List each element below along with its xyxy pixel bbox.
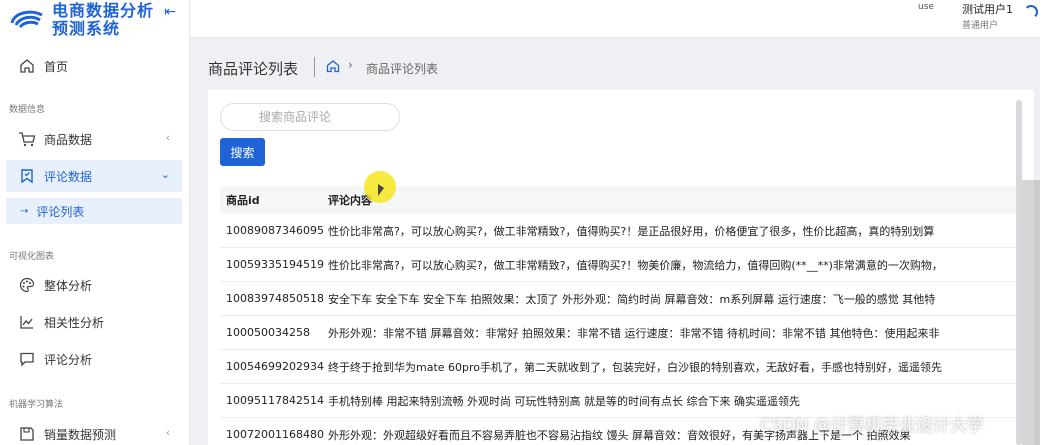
chevron-right-icon: › <box>348 58 353 72</box>
chevron-left-icon: ‹ <box>165 426 170 439</box>
comment-table: 商品id 评论内容 10089087346095 性价比非常高?，可以放心购买?… <box>220 186 1022 445</box>
chevron-down-icon: ⌄ <box>160 168 170 181</box>
cart-icon <box>18 130 36 148</box>
collapse-sidebar-icon[interactable]: ⇤ <box>162 4 178 20</box>
sidebar-item-goods-data[interactable]: 商品数据 ‹ <box>6 123 182 155</box>
sidebar-item-label: 整体分析 <box>44 278 93 293</box>
sidebar-item-home[interactable]: 首页 <box>6 50 182 82</box>
sidebar-item-correlation[interactable]: 相关性分析 <box>6 306 182 338</box>
loading-spinner-icon <box>1024 5 1038 19</box>
sidebar-item-label: 评论数据 <box>44 169 93 184</box>
chevron-left-icon: ‹ <box>165 131 170 144</box>
section-label-data: 数据信息 <box>9 105 46 115</box>
page-title: 商品评论列表 <box>208 60 299 78</box>
breadcrumb-home-icon[interactable] <box>326 59 340 73</box>
user-name[interactable]: 测试用户1 <box>962 1 1013 17</box>
section-label-ml: 机器学习算法 <box>9 400 64 410</box>
cell-text: 手机特别棒 用起来特别流畅 外观时尚 可玩性特别高 就是等的时间有点长 综合下来… <box>328 394 800 408</box>
comment-icon <box>18 350 36 368</box>
table-header: 商品id 评论内容 <box>220 186 1022 214</box>
sidebar-item-label: 相关性分析 <box>44 315 105 330</box>
edge-overlay <box>1022 180 1040 445</box>
cell-id: 10059335194519 <box>226 258 324 271</box>
watermark: CSDN @计算机毕业设计大学 <box>760 416 984 436</box>
cell-id: 10095117842514 <box>226 394 324 407</box>
sidebar-item-label: 首页 <box>44 59 69 74</box>
cell-id: 10072001168480 <box>226 428 324 441</box>
arrow-right-icon: → <box>20 205 29 217</box>
table-row[interactable]: 10083974850518 安全下车 安全下车 安全下车 拍照效果：太顶了 外… <box>220 282 1022 316</box>
search-button[interactable]: 搜索 <box>220 138 265 166</box>
bookmark-icon <box>18 167 36 185</box>
cell-id: 10083974850518 <box>226 292 324 305</box>
cell-text: 安全下车 安全下车 安全下车 拍照效果：太顶了 外形外观：简约时尚 屏幕音效：m… <box>328 292 936 306</box>
sidebar-item-label: 评论分析 <box>44 352 93 367</box>
app-title: 电商数据分析 预测系统 <box>52 1 155 38</box>
title-divider <box>314 57 315 77</box>
logo-icon <box>10 10 43 29</box>
sidebar-item-comment-analysis[interactable]: 评论分析 <box>6 343 182 375</box>
sidebar: 电商数据分析 预测系统 ⇤ 首页 数据信息 商品数据 ‹ 评论数据 ⌄ → 评论… <box>0 0 190 445</box>
sidebar-item-sales-predict[interactable]: 销量数据预测 ‹ <box>6 418 182 445</box>
cell-text: 外形外观：非常不错 屏幕音效：非常好 拍照效果：非常不错 运行速度：非常不错 待… <box>328 326 940 340</box>
sidebar-item-comment-list[interactable]: → 评论列表 <box>6 198 182 224</box>
table-row[interactable]: 10059335194519 性价比非常高?，可以放心购买?，做工非常精致?，值… <box>220 248 1022 282</box>
line-chart-icon <box>18 313 36 331</box>
save-icon <box>18 425 36 443</box>
column-header-id: 商品id <box>226 194 260 207</box>
breadcrumb[interactable]: 商品评论列表 <box>366 60 438 77</box>
search-input[interactable] <box>220 103 400 131</box>
cell-id: 10054699202934 <box>226 360 324 373</box>
cell-text: 性价比非常高?，可以放心购买?，做工非常精致?，值得购买?！是正品很好用，价格便… <box>328 224 935 238</box>
palette-icon <box>18 276 36 294</box>
cell-text: 性价比非常高?，可以放心购买?，做工非常精致?，值得购买?！物美价廉，物流给力，… <box>328 258 943 272</box>
mouse-cursor-icon <box>378 184 384 196</box>
avatar[interactable]: use <box>918 2 948 16</box>
content-card: 搜索 商品id 评论内容 10089087346095 性价比非常高?，可以放心… <box>208 90 1034 445</box>
sidebar-item-comment-data[interactable]: 评论数据 ⌄ <box>6 160 182 192</box>
table-row[interactable]: 10054699202934 终于终于抢到华为mate 60pro手机了，第二天… <box>220 350 1022 384</box>
sidebar-item-label: 评论列表 <box>36 204 85 219</box>
sidebar-item-overall[interactable]: 整体分析 <box>6 269 182 301</box>
sidebar-item-label: 销量数据预测 <box>44 427 117 442</box>
cell-text: 终于终于抢到华为mate 60pro手机了，第二天就收到了，包装完好，白沙银的特… <box>328 360 943 374</box>
home-icon <box>18 57 36 75</box>
top-header: use 测试用户1 普通用户 <box>190 0 1040 38</box>
column-header-content: 评论内容 <box>328 194 372 207</box>
table-row[interactable]: 10089087346095 性价比非常高?，可以放心购买?，做工非常精致?，值… <box>220 214 1022 248</box>
user-role: 普通用户 <box>962 21 999 31</box>
logo: 电商数据分析 预测系统 <box>0 0 189 40</box>
cell-id: 10089087346095 <box>226 224 324 237</box>
section-label-vis: 可视化图表 <box>9 252 55 262</box>
sidebar-item-label: 商品数据 <box>44 132 93 147</box>
table-row[interactable]: 100050034258 外形外观：非常不错 屏幕音效：非常好 拍照效果：非常不… <box>220 316 1022 350</box>
cell-id: 100050034258 <box>226 326 310 339</box>
